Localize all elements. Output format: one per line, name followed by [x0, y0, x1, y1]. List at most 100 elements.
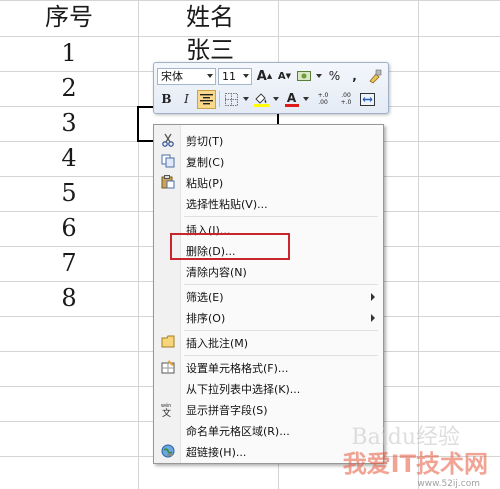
menu-item-insert-comment[interactable]: 插入批注(M) — [154, 332, 383, 353]
menu-item-define-name[interactable]: 命名单元格区域(R)... — [154, 420, 383, 441]
chevron-down-icon[interactable] — [243, 97, 249, 101]
italic-icon: I — [184, 92, 189, 106]
cell-a5[interactable]: 4 — [0, 141, 138, 175]
menu-item-label: 排序(O) — [186, 312, 226, 325]
menu-item-show-phonetic[interactable]: wén 文 显示拼音字段(S) — [154, 399, 383, 420]
accounting-format-icon — [297, 70, 311, 81]
grid-column-line — [138, 0, 139, 489]
menu-item-label: 设置单元格格式(F)... — [186, 362, 289, 375]
site-watermark: 我爱IT技术网 — [342, 450, 488, 478]
menu-item-clear-contents[interactable]: 清除内容(N) — [154, 261, 383, 282]
cell-a3[interactable]: 2 — [0, 71, 138, 105]
cell-a2[interactable]: 1 — [0, 36, 138, 70]
italic-button[interactable]: I — [177, 90, 196, 109]
phonetic-icon: wén 文 — [160, 402, 175, 419]
menu-item-label: 粘贴(P) — [186, 177, 224, 190]
selection-border — [137, 106, 153, 108]
header-cell-name[interactable]: 姓名 — [140, 0, 280, 34]
menu-item-format-cells[interactable]: 设置单元格格式(F)... — [154, 357, 383, 378]
menu-separator — [184, 284, 378, 285]
menu-item-label: 剪切(T) — [186, 135, 224, 148]
decrease-decimal-icon: .00 +.0 — [340, 92, 352, 106]
increase-decimal-button[interactable]: +.0 .00 — [312, 90, 334, 109]
merge-center-icon — [360, 92, 375, 106]
borders-icon — [225, 92, 238, 106]
toolbar-separator — [219, 91, 220, 107]
menu-item-label: 显示拼音字段(S) — [186, 404, 268, 417]
decrease-decimal-button[interactable]: .00 +.0 — [335, 90, 357, 109]
chevron-down-icon[interactable] — [303, 97, 309, 101]
menu-item-cut[interactable]: 剪切(T) — [154, 130, 383, 151]
font-color-button[interactable]: A — [282, 90, 301, 109]
chevron-down-icon[interactable] — [273, 97, 279, 101]
scissors-icon — [160, 133, 175, 148]
bold-icon: B — [161, 92, 172, 106]
font-name-value: 宋体 — [161, 70, 183, 83]
mini-toolbar: 宋体 11 A ▲ A ▼ % , B I A +.0 .00 .00 +.0 — [153, 62, 389, 114]
font-name-combo[interactable]: 宋体 — [157, 67, 216, 85]
borders-button[interactable] — [222, 90, 241, 109]
menu-item-paste-special[interactable]: 选择性粘贴(V)... — [154, 193, 383, 214]
submenu-arrow-icon — [371, 314, 375, 322]
menu-item-label: 清除内容(N) — [186, 266, 247, 279]
menu-item-label: 复制(C) — [186, 156, 225, 169]
menu-item-label: 插入批注(M) — [186, 337, 249, 350]
menu-item-copy[interactable]: 复制(C) — [154, 151, 383, 172]
percent-style-button[interactable]: % — [325, 67, 344, 86]
menu-item-sort[interactable]: 排序(O) — [154, 307, 383, 328]
context-menu: 剪切(T) 复制(C) 粘贴(P) 选择性粘贴(V)... 插入(I)... 删… — [153, 124, 384, 464]
hyperlink-icon — [160, 444, 175, 459]
shrink-font-button[interactable]: A ▼ — [275, 67, 294, 86]
chevron-down-icon — [243, 73, 249, 78]
submenu-arrow-icon — [371, 293, 375, 301]
selection-border — [137, 106, 139, 142]
menu-item-label: 超链接(H)... — [186, 446, 247, 459]
cell-a7[interactable]: 6 — [0, 211, 138, 245]
menu-item-label: 从下拉列表中选择(K)... — [186, 383, 301, 396]
paste-icon — [160, 175, 175, 190]
accounting-format-button[interactable] — [295, 67, 314, 86]
menu-separator — [184, 355, 378, 356]
menu-item-paste[interactable]: 粘贴(P) — [154, 172, 383, 193]
cell-a8[interactable]: 7 — [0, 246, 138, 280]
comma-style-button[interactable]: , — [345, 67, 364, 86]
svg-text:wén: wén — [161, 402, 171, 409]
chevron-down-icon — [207, 73, 213, 78]
font-size-combo[interactable]: 11 — [218, 67, 252, 85]
site-url-watermark: www.52ij.com — [417, 479, 480, 489]
menu-item-label: 筛选(E) — [186, 291, 224, 304]
delete-highlight-box — [170, 233, 290, 260]
font-color-icon: A — [286, 90, 297, 105]
cell-a9[interactable]: 8 — [0, 281, 138, 315]
chevron-down-icon[interactable] — [316, 74, 322, 78]
fill-color-icon — [254, 92, 269, 107]
fill-color-button[interactable] — [252, 90, 271, 109]
shrink-font-icon: A — [277, 70, 286, 82]
menu-separator — [184, 216, 378, 217]
font-size-value: 11 — [222, 69, 236, 83]
selection-border — [137, 140, 153, 142]
grow-font-button[interactable]: A ▲ — [255, 67, 274, 86]
menu-item-pick-from-list[interactable]: 从下拉列表中选择(K)... — [154, 378, 383, 399]
comma-icon: , — [352, 69, 357, 83]
menu-item-label: 命名单元格区域(R)... — [186, 425, 290, 438]
cell-a4[interactable]: 3 — [0, 106, 138, 140]
bold-button[interactable]: B — [157, 90, 176, 109]
format-painter-button[interactable] — [365, 67, 384, 86]
percent-icon: % — [328, 69, 341, 83]
cell-a6[interactable]: 5 — [0, 176, 138, 210]
merge-center-button[interactable] — [358, 90, 377, 109]
header-cell-serial[interactable]: 序号 — [0, 0, 138, 34]
format-painter-icon — [369, 69, 382, 84]
grow-font-icon: A — [256, 68, 267, 84]
comment-icon — [160, 335, 175, 350]
svg-text:文: 文 — [162, 407, 171, 417]
menu-separator — [184, 330, 378, 331]
menu-item-filter[interactable]: 筛选(E) — [154, 286, 383, 307]
center-align-button[interactable] — [197, 89, 216, 109]
copy-icon — [160, 154, 175, 169]
format-cells-icon — [160, 360, 175, 375]
menu-item-label: 选择性粘贴(V)... — [186, 198, 268, 211]
center-align-icon — [200, 93, 213, 104]
increase-decimal-icon: +.0 .00 — [317, 92, 329, 106]
